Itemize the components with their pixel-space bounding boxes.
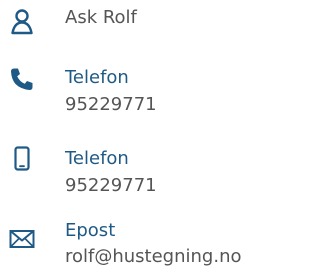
contact-name-row: Ask Rolf bbox=[0, 0, 262, 50]
mobile-number: 95229771 bbox=[65, 175, 157, 196]
contact-list: Ask Rolf Telefon 95229771 Telefon 952297… bbox=[0, 0, 262, 270]
mobile-label-link[interactable]: Telefon bbox=[65, 145, 129, 172]
mobile-row: Telefon 95229771 bbox=[0, 139, 262, 199]
phone-row: Telefon 95229771 bbox=[0, 60, 262, 120]
email-label-link[interactable]: Epost bbox=[65, 217, 115, 244]
email-row: Epost rolf@hustegning.no bbox=[0, 214, 262, 270]
envelope-icon bbox=[8, 225, 36, 253]
phone-label-link[interactable]: Telefon bbox=[65, 64, 129, 91]
contact-name: Ask Rolf bbox=[65, 7, 137, 28]
person-icon bbox=[8, 7, 36, 35]
email-address: rolf@hustegning.no bbox=[65, 246, 242, 267]
phone-icon bbox=[8, 65, 36, 93]
mobile-phone-icon bbox=[8, 145, 36, 173]
phone-number: 95229771 bbox=[65, 94, 157, 115]
